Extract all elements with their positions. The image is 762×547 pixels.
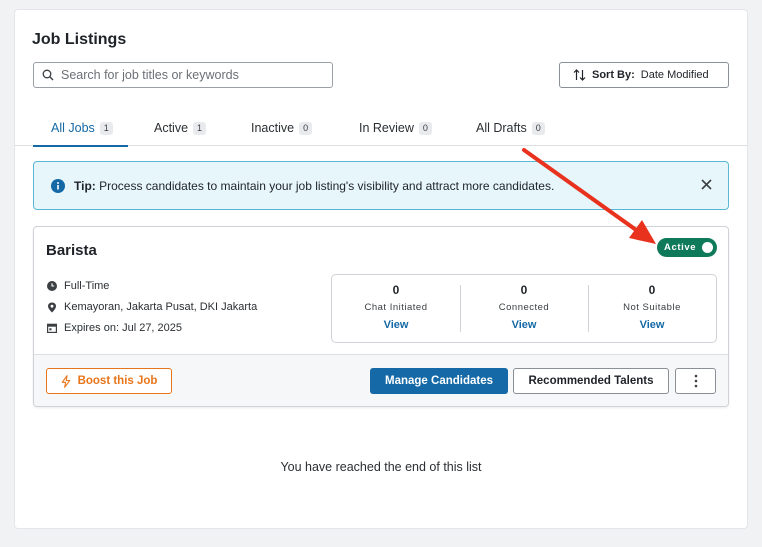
recommended-talents-button[interactable]: Recommended Talents <box>513 368 669 394</box>
tip-message: Process candidates to maintain your job … <box>99 178 555 193</box>
calendar-icon <box>47 323 57 333</box>
search-icon <box>42 69 54 81</box>
candidate-stats: 0 Chat Initiated View 0 Connected View 0… <box>331 274 717 343</box>
tab-label: All Drafts <box>476 121 527 135</box>
stat-chat-initiated: 0 Chat Initiated View <box>332 275 460 342</box>
job-expiry-text: Expires on: Jul 27, 2025 <box>64 322 183 334</box>
close-icon[interactable] <box>701 179 712 190</box>
page-title: Job Listings <box>32 31 127 48</box>
job-listings-panel: Job Listings Sort By: Date Modified All … <box>15 10 747 528</box>
manage-candidates-button[interactable]: Manage Candidates <box>370 368 508 394</box>
info-icon <box>51 178 65 193</box>
tab-count: 0 <box>531 121 545 135</box>
tab-label: In Review <box>359 121 414 135</box>
sort-label: Sort By: <box>592 69 635 81</box>
tab-count: 0 <box>299 121 313 135</box>
status-toggle[interactable]: Active <box>657 238 717 257</box>
view-not-suitable-link[interactable]: View <box>640 319 665 331</box>
stat-count: 0 <box>392 283 400 297</box>
tab-in-review[interactable]: In Review 0 <box>359 110 432 146</box>
tab-label: Inactive <box>251 121 295 135</box>
stat-count: 0 <box>520 283 528 297</box>
kebab-menu-icon <box>694 374 697 388</box>
tip-banner: Tip: Process candidates to maintain your… <box>33 161 729 210</box>
tab-inactive[interactable]: Inactive 0 <box>251 110 313 146</box>
boost-job-button[interactable]: Boost this Job <box>46 368 172 394</box>
stat-label: Not Suitable <box>623 302 681 313</box>
tab-all-jobs[interactable]: All Jobs 1 <box>33 110 128 147</box>
tab-all-drafts[interactable]: All Drafts 0 <box>476 110 545 146</box>
view-connected-link[interactable]: View <box>512 319 537 331</box>
tab-count: 1 <box>193 121 207 135</box>
stat-count: 0 <box>648 283 656 297</box>
tip-label: Tip: <box>74 178 96 193</box>
stat-label: Chat Initiated <box>364 302 428 313</box>
tab-active[interactable]: Active 1 <box>154 110 207 146</box>
tab-label: Active <box>154 121 189 135</box>
status-toggle-label: Active <box>664 242 697 253</box>
stat-not-suitable: 0 Not Suitable View <box>588 275 716 342</box>
stat-label: Connected <box>498 302 550 313</box>
job-status-tabs: All Jobs 1 Active 1 Inactive 0 In Review… <box>15 110 747 147</box>
location-pin-icon <box>48 302 56 312</box>
sort-value: Date Modified <box>640 69 709 81</box>
job-location-text: Kemayoran, Jakarta Pusat, DKI Jakarta <box>64 301 258 313</box>
toggle-knob <box>702 242 713 253</box>
job-card: Barista Active Full-Time Kemayoran, Jaka… <box>33 226 729 407</box>
tab-count: 1 <box>99 121 113 135</box>
job-type-text: Full-Time <box>64 280 110 292</box>
search-input[interactable] <box>61 68 321 82</box>
job-title[interactable]: Barista <box>46 242 97 259</box>
boost-job-label: Boost this Job <box>77 375 158 387</box>
stat-connected: 0 Connected View <box>460 275 588 342</box>
job-expiry: Expires on: Jul 27, 2025 <box>47 322 182 334</box>
sort-button[interactable]: Sort By: Date Modified <box>559 62 729 88</box>
search-box[interactable] <box>33 62 333 88</box>
job-location: Kemayoran, Jakarta Pusat, DKI Jakarta <box>47 301 257 313</box>
job-card-actions: Boost this Job Manage Candidates Recomme… <box>34 354 728 406</box>
tab-label: All Jobs <box>51 121 95 135</box>
tab-count: 0 <box>418 121 432 135</box>
end-of-list-message: You have reached the end of this list <box>280 460 482 474</box>
lightning-icon <box>61 374 70 388</box>
view-chat-initiated-link[interactable]: View <box>384 319 409 331</box>
job-type: Full-Time <box>47 280 109 292</box>
clock-icon <box>47 281 57 291</box>
sort-icon <box>573 69 586 81</box>
more-options-button[interactable] <box>675 368 716 394</box>
tip-text: Tip: Process candidates to maintain your… <box>74 179 554 193</box>
